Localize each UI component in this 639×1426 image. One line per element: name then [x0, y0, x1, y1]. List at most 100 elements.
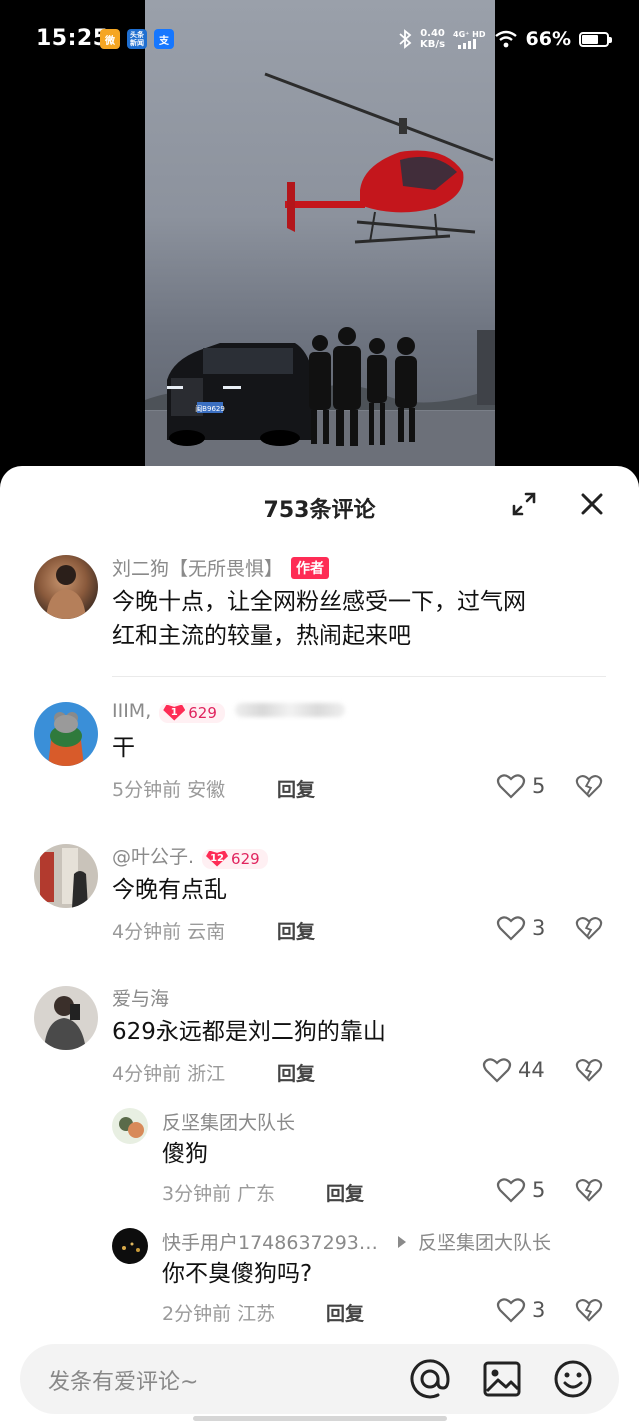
comment-meta: 3分钟前 广东 [162, 1179, 275, 1206]
bluetooth-icon [399, 29, 412, 49]
like-button[interactable]: 5 [496, 772, 545, 800]
avatar-image [46, 565, 86, 619]
network-speed: 0.40 KB/s [420, 28, 445, 50]
heart-icon [496, 916, 526, 941]
comment-text: 你不臭傻狗吗? [162, 1261, 313, 1287]
comment-location: 广东 [237, 1183, 276, 1205]
avatar[interactable] [34, 986, 98, 1050]
avatar-image [40, 848, 88, 908]
comment-sheet-header: 753条评论 [0, 466, 639, 548]
fan-club-name: 629 [188, 703, 217, 722]
comment-time: 3分钟前 [162, 1183, 232, 1205]
comment-input-placeholder[interactable]: 发条有爱评论~ [48, 1364, 198, 1396]
commenter-name-text[interactable]: 快手用户1748637293… [162, 1232, 378, 1254]
dislike-icon[interactable] [575, 1176, 603, 1204]
fan-club-name: 629 [231, 849, 260, 868]
like-button[interactable]: 3 [496, 914, 545, 942]
comment-meta: 5分钟前 安徽 [112, 775, 225, 802]
avatar[interactable] [34, 702, 98, 766]
fan-level-heart-icon: 12 [206, 850, 229, 867]
avatar-image [44, 996, 86, 1050]
commenter-name[interactable]: 爱与海 [112, 984, 169, 1011]
reply-to-name[interactable]: 反坚集团大队长 [418, 1232, 551, 1254]
avatar[interactable] [112, 1228, 148, 1264]
dislike-icon[interactable] [575, 1056, 603, 1084]
dislike-icon[interactable] [575, 1296, 603, 1324]
commenter-name-text[interactable]: 刘二狗【无所畏惧】 [112, 558, 283, 580]
dislike-icon[interactable] [575, 772, 603, 800]
commenter-name[interactable]: 刘二狗【无所畏惧】 作者 [112, 554, 330, 581]
comment-input-bar[interactable]: 发条有爱评论~ [20, 1344, 619, 1414]
heart-icon [496, 774, 526, 799]
image-icon[interactable] [480, 1357, 524, 1401]
cellular-indicator: 4G⁺ HD [453, 29, 486, 49]
commenter-name[interactable]: 反坚集团大队长 [162, 1108, 295, 1135]
comment-time: 4分钟前 [112, 1063, 182, 1085]
reply-button[interactable]: 回复 [277, 1059, 315, 1086]
comment-text: 629永远都是刘二狗的靠山 [112, 1019, 386, 1045]
commenter-name[interactable]: @叶公子. 12 629 [112, 842, 268, 869]
commenter-name[interactable]: 快手用户1748637293… 反坚集团大队长 [162, 1228, 551, 1255]
reply-item[interactable]: 快手用户1748637293… 反坚集团大队长 你不臭傻狗吗? 2分钟前 江苏 … [0, 1226, 639, 1336]
status-time: 15:25 [36, 26, 109, 51]
comment-text: 今晚有点乱 [112, 877, 227, 903]
commenter-name-text[interactable]: @叶公子. [112, 846, 194, 868]
comment-text: 今晚十点，让全网粉丝感受一下，过气网 红和主流的较量，热闹起来吧 [112, 585, 612, 653]
divider [112, 676, 606, 677]
comment-location: 浙江 [187, 1063, 226, 1085]
comment-location: 安徽 [187, 779, 226, 801]
wifi-icon [494, 30, 517, 48]
reply-button[interactable]: 回复 [277, 917, 315, 944]
avatar[interactable] [34, 555, 98, 619]
signal-icon [458, 38, 477, 49]
avatar[interactable] [112, 1108, 148, 1144]
comment-location: 云南 [187, 921, 226, 943]
fan-club-badge: 1 629 [159, 702, 225, 723]
like-button[interactable]: 3 [496, 1296, 545, 1324]
weibo-notification-icon: 微 [100, 29, 120, 49]
status-bar: 15:25 微 头条新闻 支 0.40 KB/s 4G⁺ HD 66% [0, 0, 639, 78]
mention-icon[interactable] [408, 1357, 452, 1401]
dislike-icon[interactable] [575, 914, 603, 942]
avatar[interactable] [34, 844, 98, 908]
fan-club-badge: 12 629 [202, 848, 268, 869]
black-suv: 闽B9629 [167, 343, 315, 446]
author-tag: 作者 [291, 557, 330, 579]
comment-item[interactable]: IIIM, 1 629 干 5分钟前 安徽 回复 5 [0, 698, 639, 818]
emoji-icon[interactable] [551, 1357, 595, 1401]
fan-level-heart-icon: 1 [163, 704, 186, 721]
comment-item[interactable]: @叶公子. 12 629 今晚有点乱 4分钟前 云南 回复 3 [0, 840, 639, 960]
status-indicators: 0.40 KB/s 4G⁺ HD 66% [398, 27, 612, 51]
reply-item[interactable]: 反坚集团大队长 傻狗 3分钟前 广东 回复 5 [0, 1106, 639, 1216]
home-indicator[interactable] [193, 1416, 447, 1421]
commenter-name-text[interactable]: IIIM, [112, 700, 151, 722]
reply-button[interactable]: 回复 [277, 775, 315, 802]
comment-meta: 4分钟前 云南 [112, 917, 225, 944]
battery-level [582, 34, 598, 44]
comment-time: 2分钟前 [162, 1303, 232, 1325]
expand-icon[interactable] [510, 490, 538, 518]
commenter-name[interactable]: IIIM, 1 629 [112, 700, 345, 723]
like-count: 3 [532, 1298, 546, 1322]
like-button[interactable]: 5 [496, 1176, 545, 1204]
like-count: 5 [532, 1178, 546, 1202]
reply-button[interactable]: 回复 [326, 1299, 364, 1326]
comment-time: 4分钟前 [112, 921, 182, 943]
news-notification-icon: 头条新闻 [127, 29, 147, 49]
network-type: 4G⁺ HD [453, 29, 486, 39]
like-button[interactable]: 44 [482, 1056, 545, 1084]
comment-time: 5分钟前 [112, 779, 182, 801]
reply-arrow-icon [397, 1236, 406, 1248]
like-count: 5 [532, 774, 546, 798]
reply-button[interactable]: 回复 [326, 1179, 364, 1206]
comment-item[interactable]: 爱与海 629永远都是刘二狗的靠山 4分钟前 浙江 回复 44 [0, 982, 639, 1102]
close-icon[interactable] [578, 490, 606, 518]
comment-text-line: 今晚十点，让全网粉丝感受一下，过气网 [112, 589, 526, 615]
like-count: 44 [518, 1058, 545, 1082]
comment-text: 傻狗 [162, 1141, 208, 1167]
author-comment[interactable]: 刘二狗【无所畏惧】 作者 今晚十点，让全网粉丝感受一下，过气网 红和主流的较量，热… [0, 552, 639, 672]
battery-icon [579, 31, 612, 47]
helicopter [264, 72, 494, 244]
comment-text-line: 红和主流的较量，热闹起来吧 [112, 623, 411, 649]
heart-icon [496, 1298, 526, 1323]
